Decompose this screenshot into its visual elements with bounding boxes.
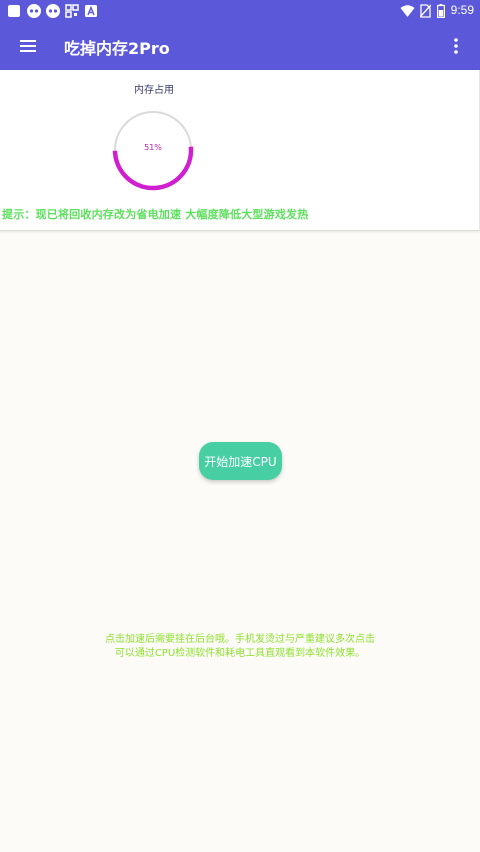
memory-usage-card: 内存占用 51% 提示：现已将回收内存改为省电加速 大幅度降低大型游戏发热: [0, 70, 480, 231]
usage-note-line-2: 可以通过CPU检测软件和耗电工具直观看到本软件效果。: [114, 648, 366, 659]
start-cpu-boost-button[interactable]: 开始加速CPU: [199, 442, 282, 480]
wifi-icon: [400, 5, 415, 17]
app-bar: 吃掉内存2Pro: [0, 22, 480, 70]
no-sim-icon: [420, 4, 431, 18]
game-controller-icon: [46, 4, 60, 18]
a-badge-icon: [85, 5, 97, 17]
memory-usage-percent: 51%: [144, 143, 162, 152]
usage-note: 点击加速后需要挂在后台哦。手机发烫过与严重建议多次点击 可以通过CPU检测软件和…: [0, 633, 480, 661]
app-square-icon: [8, 5, 20, 17]
more-vert-icon[interactable]: [444, 34, 468, 58]
battery-icon: [437, 4, 445, 18]
app-title: 吃掉内存2Pro: [64, 39, 170, 58]
game-controller-icon: [27, 4, 41, 18]
status-bar: 9:59: [0, 0, 480, 22]
usage-note-line-1: 点击加速后需要挂在后台哦。手机发烫过与严重建议多次点击: [105, 634, 375, 645]
status-time: 9:59: [450, 3, 474, 17]
hamburger-menu-icon[interactable]: [16, 34, 40, 58]
tip-text: 提示：现已将回收内存改为省电加速 大幅度降低大型游戏发热: [2, 208, 309, 221]
memory-usage-label: 内存占用: [134, 85, 174, 96]
qr-icon: [65, 4, 79, 18]
